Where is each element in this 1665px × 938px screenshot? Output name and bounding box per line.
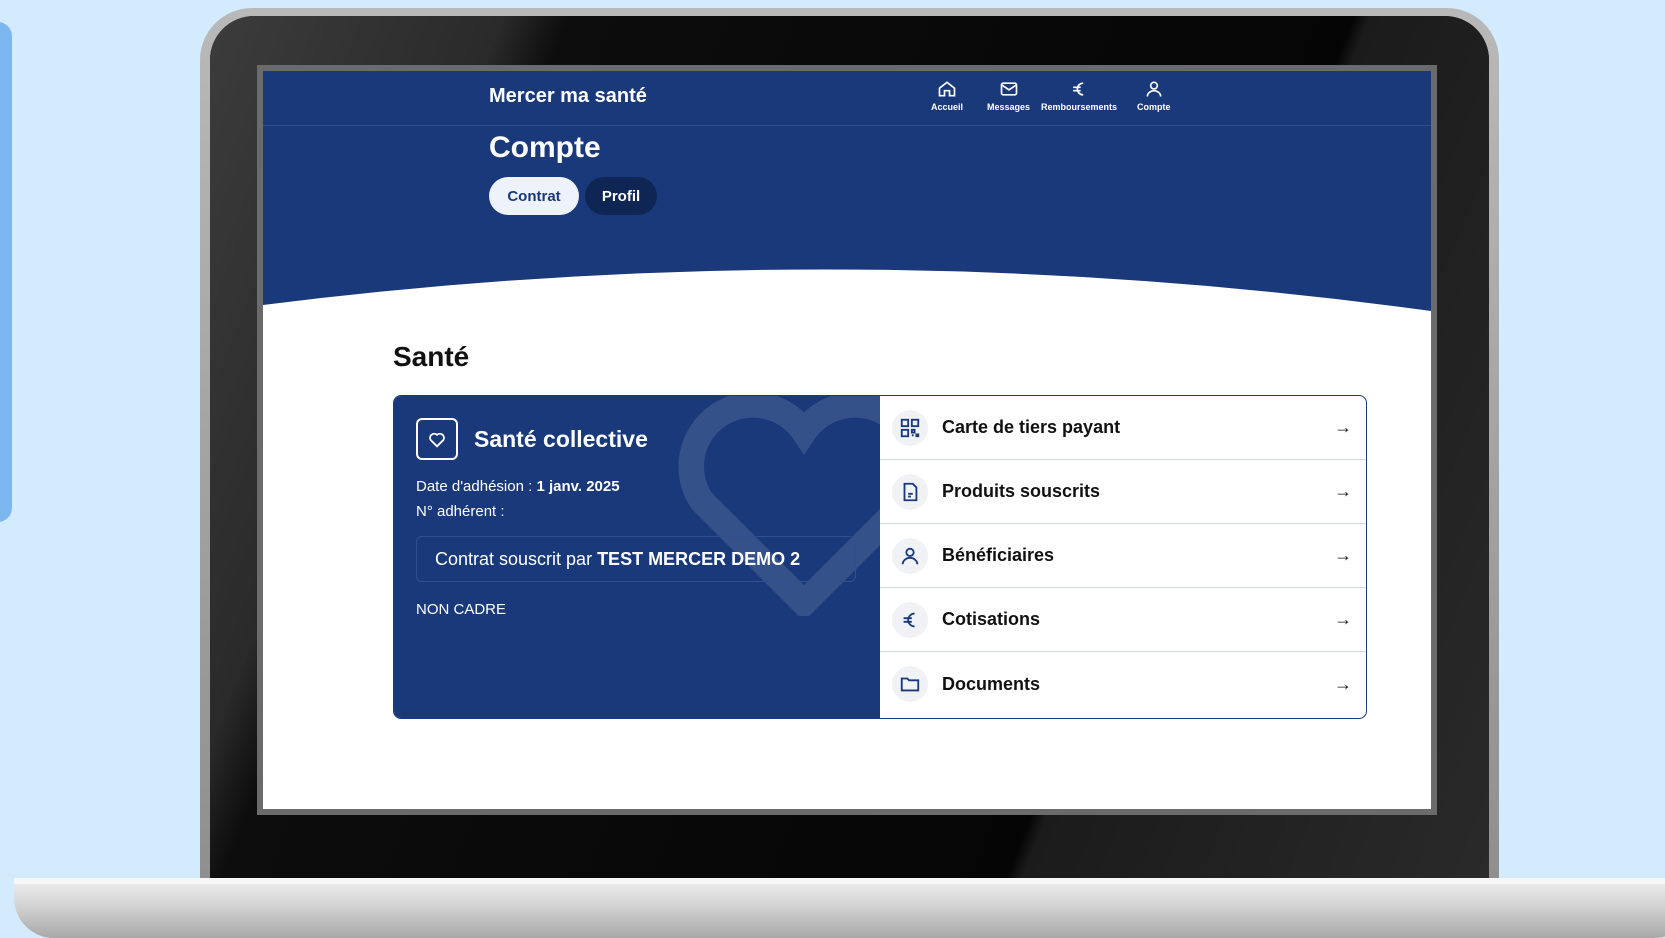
home-icon bbox=[938, 81, 956, 97]
tab-profil[interactable]: Profil bbox=[585, 177, 657, 215]
action-produits-souscrits[interactable]: Produits souscrits → bbox=[880, 460, 1366, 524]
page-title: Compte bbox=[489, 131, 601, 164]
member-number: N° adhérent : bbox=[416, 503, 505, 520]
euro-icon bbox=[1073, 82, 1084, 96]
contract-card: Santé collective Date d'adhésion : 1 jan… bbox=[393, 395, 1367, 719]
contract-actions: Carte de tiers payant → Produits souscri… bbox=[880, 396, 1366, 718]
document-icon bbox=[892, 473, 928, 510]
heart-watermark-icon bbox=[678, 396, 880, 616]
person-icon bbox=[892, 537, 928, 574]
laptop-base bbox=[14, 878, 1665, 938]
brand-logo[interactable]: Mercer ma santé bbox=[489, 85, 647, 108]
nav-remboursements[interactable]: Remboursements bbox=[1041, 79, 1117, 112]
action-documents[interactable]: Documents → bbox=[880, 652, 1366, 716]
action-carte-tiers-payant[interactable]: Carte de tiers payant → bbox=[880, 396, 1366, 460]
arrow-right-icon: → bbox=[1334, 673, 1352, 694]
action-beneficiaires[interactable]: Bénéficiaires → bbox=[880, 524, 1366, 588]
tab-contrat[interactable]: Contrat bbox=[489, 177, 579, 215]
nav-accueil[interactable]: Accueil bbox=[931, 79, 963, 112]
action-cotisations[interactable]: Cotisations → bbox=[880, 588, 1366, 652]
contract-summary: Santé collective Date d'adhésion : 1 jan… bbox=[394, 396, 880, 718]
user-icon bbox=[1146, 81, 1162, 97]
folder-icon bbox=[892, 666, 928, 702]
euro-icon bbox=[892, 601, 928, 638]
arrow-right-icon: → bbox=[1334, 417, 1352, 437]
arrow-right-icon: → bbox=[1334, 609, 1352, 629]
arrow-right-icon: → bbox=[1334, 481, 1352, 501]
contract-category: NON CADRE bbox=[416, 601, 507, 618]
qr-code-icon bbox=[892, 409, 928, 446]
mail-icon bbox=[1000, 82, 1017, 96]
heart-icon bbox=[416, 418, 458, 460]
arrow-right-icon: → bbox=[1334, 545, 1352, 565]
side-tab bbox=[0, 22, 12, 522]
nav-compte[interactable]: Compte bbox=[1137, 79, 1171, 112]
contract-subscriber: Contrat souscrit par TEST MERCER DEMO 2 bbox=[416, 536, 856, 582]
app-screen: Mercer ma santé Accueil Messages Rembour… bbox=[257, 65, 1437, 815]
contract-title: Santé collective bbox=[474, 426, 648, 452]
nav-messages[interactable]: Messages bbox=[987, 79, 1030, 112]
section-title: Santé bbox=[393, 341, 470, 372]
adhesion-date: Date d'adhésion : 1 janv. 2025 bbox=[416, 478, 620, 495]
